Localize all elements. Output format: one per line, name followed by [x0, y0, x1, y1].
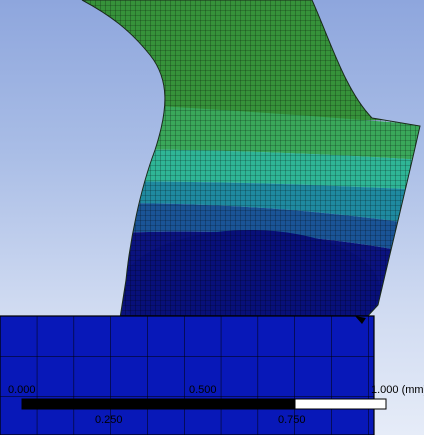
base-plate-grid — [0, 316, 374, 435]
scale-sub-label-left: 0.250 — [95, 414, 123, 426]
model-viewport[interactable]: 0.000 0.500 1.000 (mm) 0.250 0.750 — [0, 0, 424, 435]
scale-tick-label-mid: 0.500 — [189, 384, 217, 396]
scale-sub-label-right: 0.750 — [278, 414, 306, 426]
scale-segment-3 — [294, 398, 387, 410]
scale-segment-2 — [204, 399, 295, 409]
base-plate — [0, 315, 375, 435]
mesh-canvas[interactable] — [0, 0, 424, 435]
scale-bar — [21, 398, 387, 410]
scale-segment-1 — [22, 399, 204, 409]
scale-tick-label-left: 0.000 — [8, 384, 36, 396]
scale-tick-label-right: 1.000 (mm) — [371, 384, 424, 396]
